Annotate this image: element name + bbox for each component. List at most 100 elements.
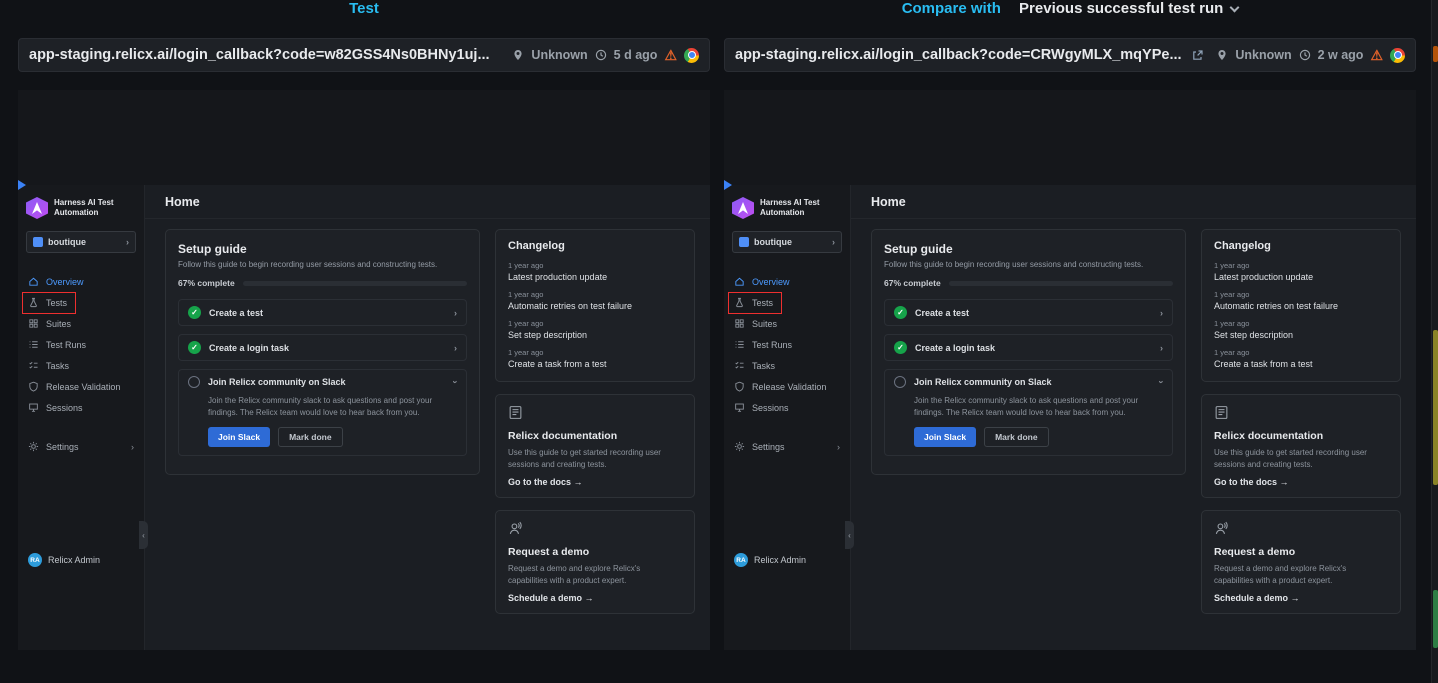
sidebar-item-label: Test Runs: [46, 340, 86, 350]
compare-target-label: Previous successful test run: [1019, 0, 1223, 17]
join-slack-button[interactable]: Join Slack: [914, 427, 976, 447]
sidebar-item-label: Overview: [752, 277, 790, 287]
go-to-docs-link[interactable]: Go to the docs →: [1214, 477, 1388, 487]
go-to-docs-link[interactable]: Go to the docs →: [508, 477, 682, 487]
sidebar-item-release-validation[interactable]: Release Validation: [18, 376, 144, 397]
sidebar-item-label: Overview: [46, 277, 84, 287]
content: Setup guide Follow this guide to begin r…: [145, 219, 710, 650]
gear-icon: [28, 441, 39, 452]
left-panel-title: Test: [18, 0, 710, 17]
home-icon: [28, 276, 39, 287]
sidebar-item-tests[interactable]: Tests: [724, 292, 850, 313]
project-name: boutique: [754, 237, 792, 247]
setup-item-label: Create a test: [915, 308, 969, 318]
request-demo-title: Request a demo: [1214, 546, 1388, 558]
chevron-down-icon: [1230, 3, 1240, 13]
setup-item-label: Join Relicx community on Slack: [208, 377, 346, 387]
chevron-right-icon: ›: [1160, 308, 1163, 318]
sidebar: Harness AI Test Automation boutique › Ov…: [724, 185, 851, 650]
setup-item-create-test[interactable]: ✓ Create a test ›: [178, 299, 467, 326]
user-menu[interactable]: RA Relicx Admin: [734, 553, 806, 567]
url-link[interactable]: app-staging.relicx.ai/login_callback?cod…: [29, 47, 490, 63]
sidebar-collapse-handle[interactable]: ‹: [139, 521, 148, 549]
monitor-icon: [28, 402, 39, 413]
mark-done-button[interactable]: Mark done: [984, 427, 1049, 447]
user-name: Relicx Admin: [48, 555, 100, 565]
request-demo-description: Request a demo and explore Relicx's capa…: [1214, 563, 1388, 586]
schedule-demo-link[interactable]: Schedule a demo →: [1214, 593, 1388, 603]
documentation-description: Use this guide to get started recording …: [1214, 447, 1388, 470]
diff-marker-icon: [18, 180, 26, 190]
numbered-list-icon: [28, 339, 39, 350]
changelog-age: 1 year ago: [508, 261, 682, 270]
clock-icon: [595, 49, 607, 61]
changelog-age: 1 year ago: [1214, 348, 1388, 357]
sidebar-item-sessions[interactable]: Sessions: [724, 397, 850, 418]
documentation-card: Relicx documentation Use this guide to g…: [1201, 394, 1401, 498]
sidebar-item-tasks[interactable]: Tasks: [724, 355, 850, 376]
checklist-icon: [28, 360, 39, 371]
changelog-title: Changelog: [1214, 240, 1388, 252]
document-icon: [1214, 405, 1388, 425]
sidebar-item-test-runs[interactable]: Test Runs: [724, 334, 850, 355]
sidebar-collapse-handle[interactable]: ‹: [845, 521, 854, 549]
url-bar-left: app-staging.relicx.ai/login_callback?cod…: [18, 38, 710, 72]
chevron-right-icon: ›: [832, 237, 835, 247]
url-age: 5 d ago: [614, 48, 658, 62]
empty-circle-icon: [894, 376, 906, 388]
chevron-right-icon: ›: [1160, 343, 1163, 353]
chrome-browser-icon: [684, 48, 699, 63]
scrollbar-change-mark: [1433, 330, 1438, 485]
brand: Harness AI Test Automation: [18, 185, 144, 227]
compare-target-dropdown[interactable]: Previous successful test run: [1019, 0, 1238, 17]
page-title: Home: [145, 185, 710, 219]
external-link-icon[interactable]: [1191, 49, 1204, 62]
harness-logo-icon: [732, 197, 754, 219]
url-location: Unknown: [1235, 48, 1291, 62]
warning-icon: ⚠: [664, 48, 677, 62]
setup-guide-subtitle: Follow this guide to begin recording use…: [178, 260, 467, 269]
url-link[interactable]: app-staging.relicx.ai/login_callback?cod…: [735, 47, 1182, 63]
request-demo-title: Request a demo: [508, 546, 682, 558]
setup-item-join-slack[interactable]: Join Relicx community on Slack › Join th…: [178, 369, 467, 456]
sidebar-item-overview[interactable]: Overview: [18, 271, 144, 292]
scrollbar-success-mark: [1433, 590, 1438, 648]
sidebar-item-test-runs[interactable]: Test Runs: [18, 334, 144, 355]
sidebar-item-label: Release Validation: [752, 382, 826, 392]
sidebar-item-sessions[interactable]: Sessions: [18, 397, 144, 418]
user-menu[interactable]: RA Relicx Admin: [28, 553, 100, 567]
sidebar-item-tests[interactable]: Tests: [18, 292, 144, 313]
sidebar-item-suites[interactable]: Suites: [18, 313, 144, 334]
sidebar-item-suites[interactable]: Suites: [724, 313, 850, 334]
mark-done-button[interactable]: Mark done: [278, 427, 343, 447]
check-circle-icon: ✓: [894, 341, 907, 354]
chevron-right-icon: ›: [454, 308, 457, 318]
request-demo-description: Request a demo and explore Relicx's capa…: [508, 563, 682, 586]
setup-item-label: Create a test: [209, 308, 263, 318]
setup-item-create-login-task[interactable]: ✓ Create a login task ›: [884, 334, 1173, 361]
person-headset-icon: [1214, 521, 1388, 541]
sidebar-item-settings[interactable]: Settings ›: [724, 436, 850, 457]
sidebar-item-settings[interactable]: Settings ›: [18, 436, 144, 457]
overview-scrollbar[interactable]: [1431, 0, 1438, 683]
setup-item-join-slack[interactable]: Join Relicx community on Slack › Join th…: [884, 369, 1173, 456]
sidebar-item-overview[interactable]: Overview: [724, 271, 850, 292]
changelog-entry-title: Automatic retries on test failure: [1214, 301, 1388, 311]
request-demo-card: Request a demo Request a demo and explor…: [1201, 510, 1401, 614]
changelog-entry-title: Create a task from a test: [508, 359, 682, 369]
changelog-entry: 1 year ago Latest production update: [1214, 261, 1388, 282]
setup-item-create-login-task[interactable]: ✓ Create a login task ›: [178, 334, 467, 361]
url-age: 2 w ago: [1318, 48, 1364, 62]
home-icon: [734, 276, 745, 287]
sidebar-item-label: Tests: [752, 298, 773, 308]
sidebar-item-label: Tasks: [46, 361, 69, 371]
brand: Harness AI Test Automation: [724, 185, 850, 227]
changelog-age: 1 year ago: [508, 348, 682, 357]
schedule-demo-link[interactable]: Schedule a demo →: [508, 593, 682, 603]
sidebar-item-release-validation[interactable]: Release Validation: [724, 376, 850, 397]
join-slack-button[interactable]: Join Slack: [208, 427, 270, 447]
sidebar-item-tasks[interactable]: Tasks: [18, 355, 144, 376]
setup-item-create-test[interactable]: ✓ Create a test ›: [884, 299, 1173, 326]
project-selector[interactable]: boutique ›: [26, 231, 136, 253]
project-selector[interactable]: boutique ›: [732, 231, 842, 253]
